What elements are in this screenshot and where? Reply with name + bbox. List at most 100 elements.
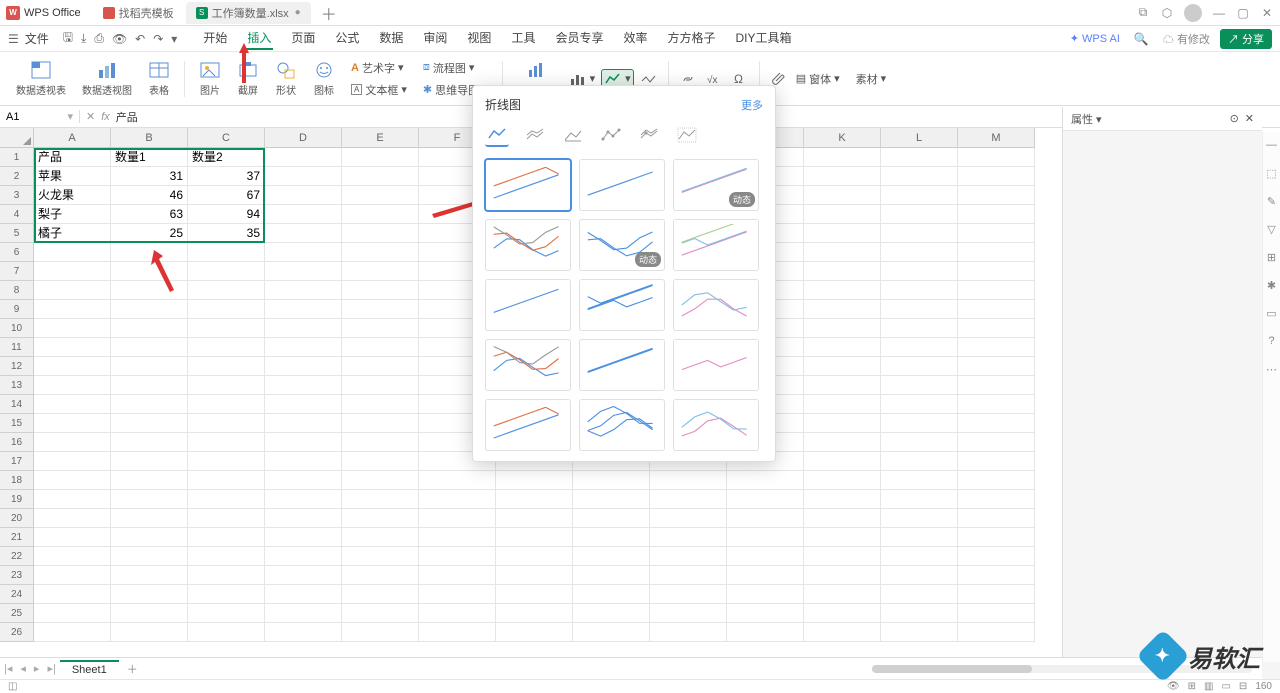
- cell[interactable]: [804, 509, 881, 528]
- cell[interactable]: [111, 471, 188, 490]
- cell[interactable]: [34, 547, 111, 566]
- cell[interactable]: [188, 604, 265, 623]
- zoom-value[interactable]: 160: [1255, 681, 1272, 692]
- cell[interactable]: [265, 528, 342, 547]
- cell[interactable]: [496, 623, 573, 642]
- cell[interactable]: [34, 509, 111, 528]
- more-tool-icon[interactable]: ⋯: [1265, 362, 1279, 376]
- table-button[interactable]: 表格: [142, 60, 176, 97]
- cell[interactable]: [265, 357, 342, 376]
- row-header[interactable]: 10: [0, 319, 34, 338]
- cell[interactable]: [188, 585, 265, 604]
- chart-thumbnail[interactable]: [485, 219, 571, 271]
- cell[interactable]: [419, 623, 496, 642]
- cell[interactable]: [265, 471, 342, 490]
- pin-icon[interactable]: ⧉: [1136, 6, 1150, 20]
- menu-icon[interactable]: ☰: [8, 32, 19, 46]
- cell[interactable]: [958, 547, 1035, 566]
- cell[interactable]: 35: [188, 224, 265, 243]
- menu-tab-page[interactable]: 页面: [289, 27, 317, 50]
- cell[interactable]: [958, 300, 1035, 319]
- cell[interactable]: [342, 281, 419, 300]
- cell[interactable]: [804, 205, 881, 224]
- menu-tab-insert[interactable]: 插入: [245, 27, 273, 50]
- cell[interactable]: [881, 433, 958, 452]
- cell[interactable]: [34, 490, 111, 509]
- cell[interactable]: [111, 243, 188, 262]
- cell[interactable]: [265, 205, 342, 224]
- cell[interactable]: [573, 471, 650, 490]
- cancel-icon[interactable]: ✕: [86, 110, 95, 123]
- column-header[interactable]: E: [342, 128, 419, 148]
- cell[interactable]: 63: [111, 205, 188, 224]
- menu-tab-start[interactable]: 开始: [201, 27, 229, 50]
- chart-thumbnail[interactable]: 动态: [579, 219, 665, 271]
- pivot-chart-button[interactable]: 数据透视图: [76, 60, 138, 97]
- cell[interactable]: [342, 224, 419, 243]
- cell[interactable]: [727, 623, 804, 642]
- cell[interactable]: [188, 547, 265, 566]
- cell[interactable]: [111, 623, 188, 642]
- cell[interactable]: [111, 604, 188, 623]
- cell[interactable]: [804, 547, 881, 566]
- picture-button[interactable]: 图片: [193, 60, 227, 97]
- cell[interactable]: [265, 433, 342, 452]
- cell[interactable]: [265, 338, 342, 357]
- cell[interactable]: [265, 509, 342, 528]
- cell[interactable]: [958, 585, 1035, 604]
- cell[interactable]: [188, 623, 265, 642]
- cell[interactable]: [650, 585, 727, 604]
- wordart-button[interactable]: A艺术字 ▾: [349, 58, 409, 78]
- modify-status[interactable]: ☁ 有修改: [1163, 31, 1210, 47]
- cell[interactable]: 25: [111, 224, 188, 243]
- cell[interactable]: [342, 395, 419, 414]
- cell[interactable]: [958, 604, 1035, 623]
- cell[interactable]: [881, 243, 958, 262]
- chart-thumbnail[interactable]: [579, 159, 665, 211]
- tab-templates[interactable]: 找稻壳模板: [93, 2, 184, 24]
- cell[interactable]: [650, 471, 727, 490]
- cell[interactable]: [727, 604, 804, 623]
- zoom-out-icon[interactable]: ⊟: [1239, 681, 1247, 692]
- material-button[interactable]: 素材 ▾: [854, 69, 889, 89]
- cell[interactable]: [342, 300, 419, 319]
- cell[interactable]: [342, 509, 419, 528]
- chart-thumbnail[interactable]: [673, 279, 759, 331]
- cell[interactable]: [188, 433, 265, 452]
- row-header[interactable]: 3: [0, 186, 34, 205]
- cell[interactable]: [958, 281, 1035, 300]
- tab-close-icon[interactable]: ●: [295, 7, 301, 18]
- cell[interactable]: [958, 566, 1035, 585]
- help-tool-icon[interactable]: ?: [1265, 334, 1279, 348]
- cell[interactable]: [804, 376, 881, 395]
- menu-tab-tools[interactable]: 工具: [509, 27, 537, 50]
- cell[interactable]: [265, 281, 342, 300]
- cell[interactable]: [804, 300, 881, 319]
- cell[interactable]: [34, 281, 111, 300]
- shape-button[interactable]: 形状: [269, 60, 303, 97]
- cell[interactable]: [573, 585, 650, 604]
- cell[interactable]: [958, 186, 1035, 205]
- cell[interactable]: [111, 262, 188, 281]
- menu-tab-formula[interactable]: 公式: [333, 27, 361, 50]
- cell[interactable]: 橘子: [34, 224, 111, 243]
- cell[interactable]: [265, 547, 342, 566]
- icon-button[interactable]: 图标: [307, 60, 341, 97]
- cell[interactable]: [265, 224, 342, 243]
- cell[interactable]: [804, 186, 881, 205]
- chart-thumbnail[interactable]: [485, 279, 571, 331]
- cell[interactable]: [881, 338, 958, 357]
- cell[interactable]: [188, 357, 265, 376]
- cell[interactable]: [804, 490, 881, 509]
- view-read-icon[interactable]: ▭: [1221, 681, 1230, 692]
- cell[interactable]: [804, 281, 881, 300]
- cell[interactable]: [804, 262, 881, 281]
- cell[interactable]: [111, 376, 188, 395]
- cell[interactable]: [496, 604, 573, 623]
- menu-tab-view[interactable]: 视图: [465, 27, 493, 50]
- chart-thumbnail[interactable]: [485, 159, 571, 211]
- cell[interactable]: [188, 528, 265, 547]
- row-header[interactable]: 24: [0, 585, 34, 604]
- cell[interactable]: [958, 224, 1035, 243]
- cell[interactable]: [265, 623, 342, 642]
